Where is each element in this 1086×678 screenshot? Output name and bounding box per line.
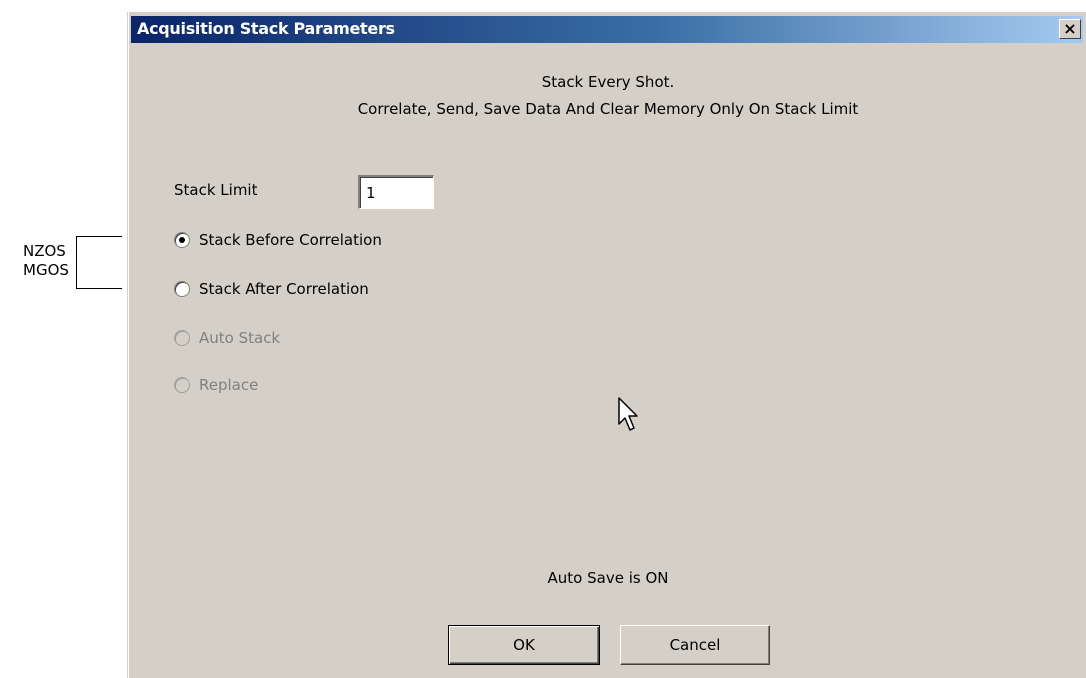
dialog-title: Acquisition Stack Parameters [137, 19, 395, 38]
close-icon: × [1063, 19, 1077, 38]
radio-selected-dot-icon [179, 237, 185, 243]
radio-replace: Replace [174, 376, 258, 394]
radio-button-icon[interactable] [174, 232, 190, 248]
radio-button-icon [174, 377, 190, 393]
annotation-labels: NZOS MGOS [23, 242, 69, 280]
mouse-pointer-icon [618, 397, 638, 431]
annotation-label-mgos: MGOS [23, 261, 69, 279]
ok-button[interactable]: OK [448, 625, 600, 665]
info-text-line-1: Stack Every Shot. [541, 73, 675, 91]
radio-button-icon[interactable] [174, 281, 190, 297]
radio-label: Stack After Correlation [199, 280, 369, 298]
stack-limit-label: Stack Limit [174, 181, 258, 199]
radio-stack-after-correlation[interactable]: Stack After Correlation [174, 280, 369, 298]
stack-limit-input[interactable] [358, 175, 434, 209]
info-text-line-2: Correlate, Send, Save Data And Clear Mem… [357, 100, 859, 118]
radio-auto-stack: Auto Stack [174, 329, 280, 347]
radio-button-icon [174, 330, 190, 346]
screen: NZOS MGOS Acquisition Stack Parameters ×… [0, 0, 1086, 678]
cancel-button[interactable]: Cancel [620, 625, 770, 665]
radio-label: Replace [199, 376, 259, 394]
auto-save-status: Auto Save is ON [547, 569, 669, 587]
radio-label: Stack Before Correlation [199, 231, 382, 249]
radio-label: Auto Stack [199, 329, 281, 347]
annotation-label-nzos: NZOS [23, 242, 66, 260]
acquisition-stack-dialog: Acquisition Stack Parameters × Stack Eve… [127, 12, 1086, 678]
annotation-bracket [76, 236, 122, 289]
close-button[interactable]: × [1059, 19, 1081, 39]
radio-stack-before-correlation[interactable]: Stack Before Correlation [174, 231, 382, 249]
title-bar[interactable]: Acquisition Stack Parameters × [131, 16, 1083, 43]
